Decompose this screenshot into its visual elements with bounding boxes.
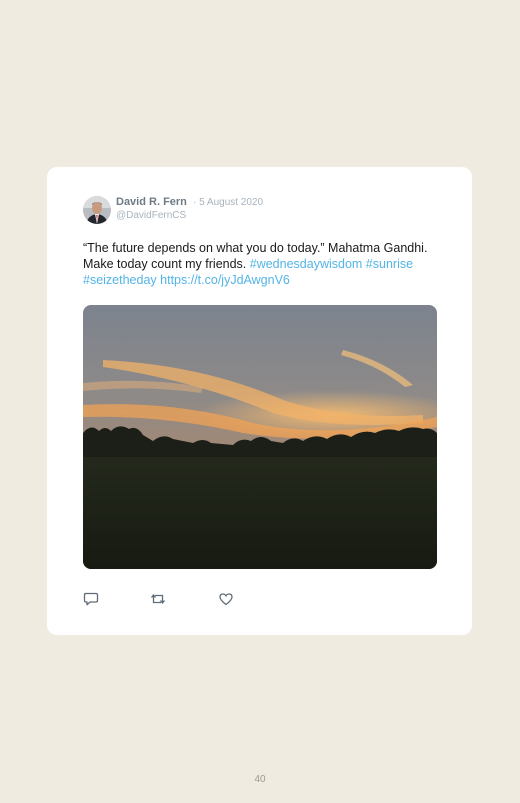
author-avatar[interactable]: [83, 196, 111, 224]
sunrise-photo: [83, 305, 437, 569]
author-handle[interactable]: @DavidFernCS: [116, 210, 186, 221]
tweet-text: “The future depends on what you do today…: [83, 240, 443, 288]
hashtag-link[interactable]: #seizetheday: [83, 273, 157, 287]
tweet-card: David R. Fern · 5 August 2020 @DavidFern…: [47, 167, 472, 635]
reply-icon: [83, 592, 99, 606]
like-icon: [219, 593, 233, 606]
hashtag-link[interactable]: #sunrise: [366, 257, 413, 271]
tweet-photo[interactable]: [83, 305, 437, 569]
tweet-date[interactable]: · 5 August 2020: [193, 197, 263, 208]
reply-button[interactable]: [83, 592, 99, 606]
like-button[interactable]: [218, 592, 234, 606]
hashtag-link[interactable]: #wednesdaywisdom: [250, 257, 363, 271]
author-name[interactable]: David R. Fern: [116, 196, 187, 208]
retweet-button[interactable]: [150, 592, 166, 606]
page-number: 40: [254, 774, 266, 785]
avatar-image: [83, 196, 111, 224]
retweet-icon: [150, 593, 166, 605]
tweet-url-link[interactable]: https://t.co/jyJdAwgnV6: [160, 273, 290, 287]
